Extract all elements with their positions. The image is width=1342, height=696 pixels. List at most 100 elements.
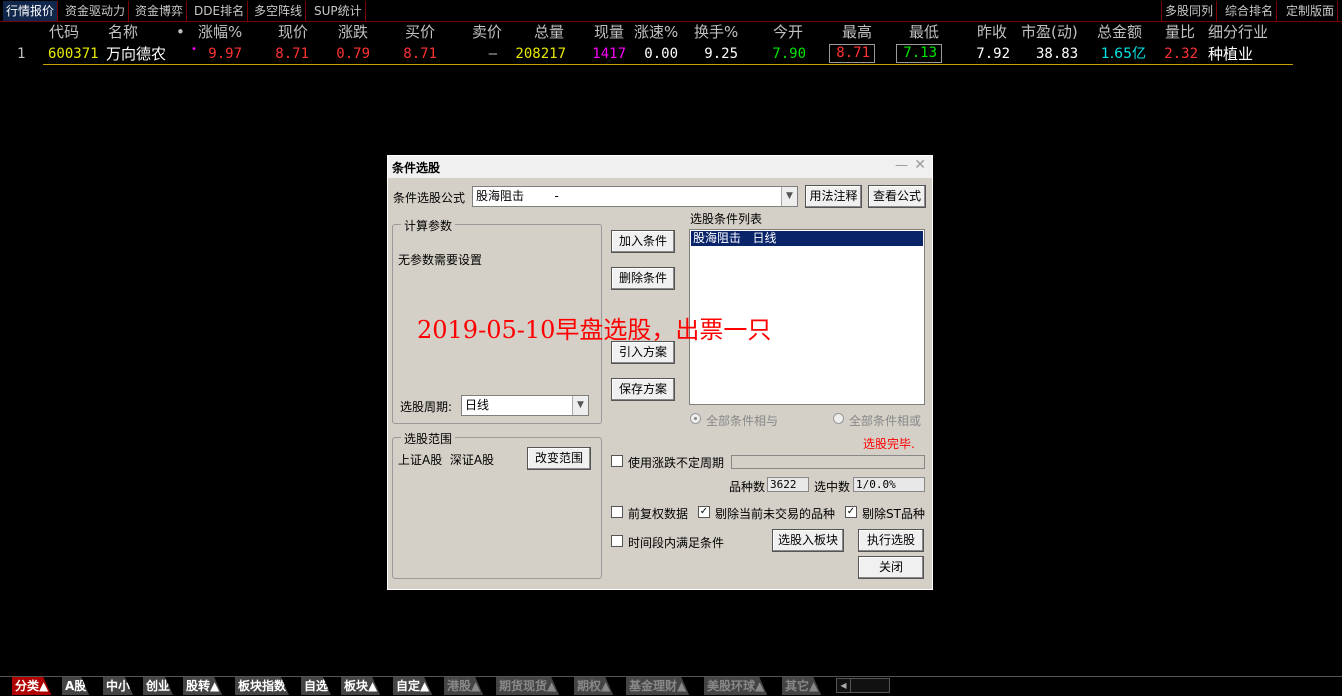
- row-open: 7.90: [772, 46, 806, 62]
- usage-note-button[interactable]: 用法注释: [805, 185, 862, 208]
- add-condition-button[interactable]: 加入条件: [611, 230, 675, 253]
- col-ask[interactable]: 卖价: [472, 22, 502, 42]
- row-turnover: 9.25: [704, 46, 738, 62]
- row-amount: 1.65亿: [1100, 46, 1146, 62]
- row-code: 600371: [48, 46, 99, 62]
- range-text: 上证A股 深证A股: [398, 453, 495, 467]
- row-low: 7.13: [896, 44, 942, 63]
- condition-list-label: 选股条件列表: [690, 212, 763, 226]
- tab-long-short[interactable]: 多空阵线: [251, 1, 307, 21]
- btab-funds[interactable]: 基金理财▲: [626, 677, 689, 695]
- view-formula-button[interactable]: 查看公式: [868, 185, 926, 208]
- col-chg[interactable]: 涨跌: [338, 22, 368, 42]
- col-low[interactable]: 最低: [909, 22, 939, 42]
- close-icon[interactable]: ✕: [914, 157, 926, 173]
- col-vol-ratio[interactable]: 量比: [1165, 22, 1195, 42]
- row-pe: 38.83: [1036, 46, 1079, 62]
- close-button[interactable]: 关闭: [858, 556, 924, 579]
- chevron-down-icon[interactable]: ▼: [572, 396, 588, 415]
- count-label: 品种数: [729, 480, 766, 494]
- exclude-st-label: 剔除ST品种: [862, 507, 925, 521]
- prior-adjust-label: 前复权数据: [628, 507, 689, 521]
- period-label: 选股周期:: [400, 400, 453, 414]
- uncertain-period-label: 使用涨跌不定周期: [628, 456, 725, 470]
- col-chg-pct[interactable]: 涨幅%: [198, 22, 242, 42]
- tab-capital-game[interactable]: 资金博弈: [132, 1, 188, 21]
- selected-label: 选中数: [814, 480, 851, 494]
- radio-all-and-label: 全部条件相与: [706, 414, 779, 428]
- exclude-untraded-checkbox[interactable]: ✓: [698, 506, 710, 518]
- row-high: 8.71: [829, 44, 875, 63]
- col-prev-close[interactable]: 昨收: [977, 22, 1007, 42]
- radio-all-or[interactable]: [833, 413, 844, 424]
- btab-sector-index[interactable]: 板块指数: [235, 677, 289, 695]
- row-prev-close: 7.92: [976, 46, 1010, 62]
- params-text: 无参数需要设置: [398, 253, 483, 267]
- range-group-title: 选股范围: [401, 430, 456, 447]
- col-price[interactable]: 现价: [278, 22, 308, 42]
- col-name[interactable]: 名称: [108, 22, 138, 42]
- btab-us-global[interactable]: 美股环球▲: [704, 677, 767, 695]
- tab-composite-rank[interactable]: 综合排名: [1222, 1, 1278, 21]
- row-ask: —: [488, 46, 497, 62]
- save-plan-button[interactable]: 保存方案: [611, 378, 675, 401]
- tab-custom-layout[interactable]: 定制版面: [1283, 1, 1339, 21]
- count-value: 3622: [767, 477, 809, 492]
- progress-bar: [731, 455, 925, 469]
- col-speed[interactable]: 涨速%: [634, 22, 678, 42]
- col-turnover[interactable]: 换手%: [694, 22, 738, 42]
- btab-futures[interactable]: 期货现货▲: [496, 677, 559, 695]
- radio-all-and[interactable]: [690, 413, 701, 424]
- col-pe[interactable]: 市盈(动): [1021, 22, 1078, 42]
- annotation-text: 2019-05-10早盘选股，出票一只: [417, 316, 772, 344]
- row-index: 1: [17, 46, 26, 62]
- selected-value: 1/0.0%: [853, 477, 925, 492]
- tab-capital-drive[interactable]: 资金驱动力: [62, 1, 130, 21]
- tab-multi-stock[interactable]: 多股同列: [1161, 1, 1218, 21]
- row-vol-ratio: 2.32: [1164, 46, 1198, 62]
- row-underline: [43, 64, 1293, 65]
- dialog-title: 条件选股: [392, 161, 441, 175]
- tab-quotes[interactable]: 行情报价: [3, 1, 59, 21]
- change-range-button[interactable]: 改变范围: [527, 447, 591, 470]
- exclude-st-checkbox[interactable]: ✓: [845, 506, 857, 518]
- range-group: 选股范围 上证A股 深证A股 改变范围: [392, 430, 602, 579]
- col-industry[interactable]: 细分行业: [1208, 22, 1268, 42]
- col-cur-vol[interactable]: 现量: [594, 22, 624, 42]
- chevron-left-icon[interactable]: ◀: [837, 679, 851, 692]
- row-bid: 8.71: [403, 46, 437, 62]
- execute-screen-button[interactable]: 执行选股: [858, 529, 924, 552]
- formula-select[interactable]: 股海阻击 - ▼: [472, 186, 798, 207]
- radio-all-or-label: 全部条件相或: [849, 414, 922, 428]
- col-open[interactable]: 今开: [773, 22, 803, 42]
- time-range-checkbox[interactable]: [611, 535, 623, 547]
- chevron-down-icon[interactable]: ▼: [781, 187, 797, 206]
- row-chg: 0.79: [336, 46, 370, 62]
- list-item[interactable]: 股海阻击 日线: [691, 231, 923, 246]
- col-bid[interactable]: 买价: [405, 22, 435, 42]
- minimize-icon[interactable]: —: [895, 158, 908, 173]
- delete-condition-button[interactable]: 删除条件: [611, 267, 675, 290]
- period-value: 日线: [465, 398, 490, 412]
- exclude-untraded-label: 剔除当前未交易的品种: [715, 507, 836, 521]
- status-done: 选股完毕.: [863, 437, 915, 451]
- add-to-block-button[interactable]: 选股入板块: [772, 529, 844, 552]
- col-amount[interactable]: 总金额: [1097, 22, 1142, 42]
- dialog-titlebar[interactable]: 条件选股 — ✕: [388, 156, 932, 178]
- params-group-title: 计算参数: [401, 217, 456, 234]
- row-chg-pct: 9.97: [208, 46, 242, 62]
- prior-adjust-checkbox[interactable]: [611, 506, 623, 518]
- tab-sup-stats[interactable]: SUP统计: [311, 1, 366, 21]
- row-name: 万向德农: [106, 45, 167, 63]
- row-price: 8.71: [275, 46, 309, 62]
- col-dot: •: [176, 23, 185, 41]
- col-code[interactable]: 代码: [49, 22, 79, 42]
- horizontal-scrollbar[interactable]: ◀: [836, 678, 890, 693]
- row-cur-vol: 1417: [592, 46, 626, 62]
- col-high[interactable]: 最高: [842, 22, 872, 42]
- col-volume[interactable]: 总量: [534, 22, 564, 42]
- row-industry: 种植业: [1208, 45, 1254, 63]
- uncertain-period-checkbox[interactable]: [611, 455, 623, 467]
- tab-dde-rank[interactable]: DDE排名: [191, 1, 249, 21]
- period-select[interactable]: 日线 ▼: [461, 395, 589, 416]
